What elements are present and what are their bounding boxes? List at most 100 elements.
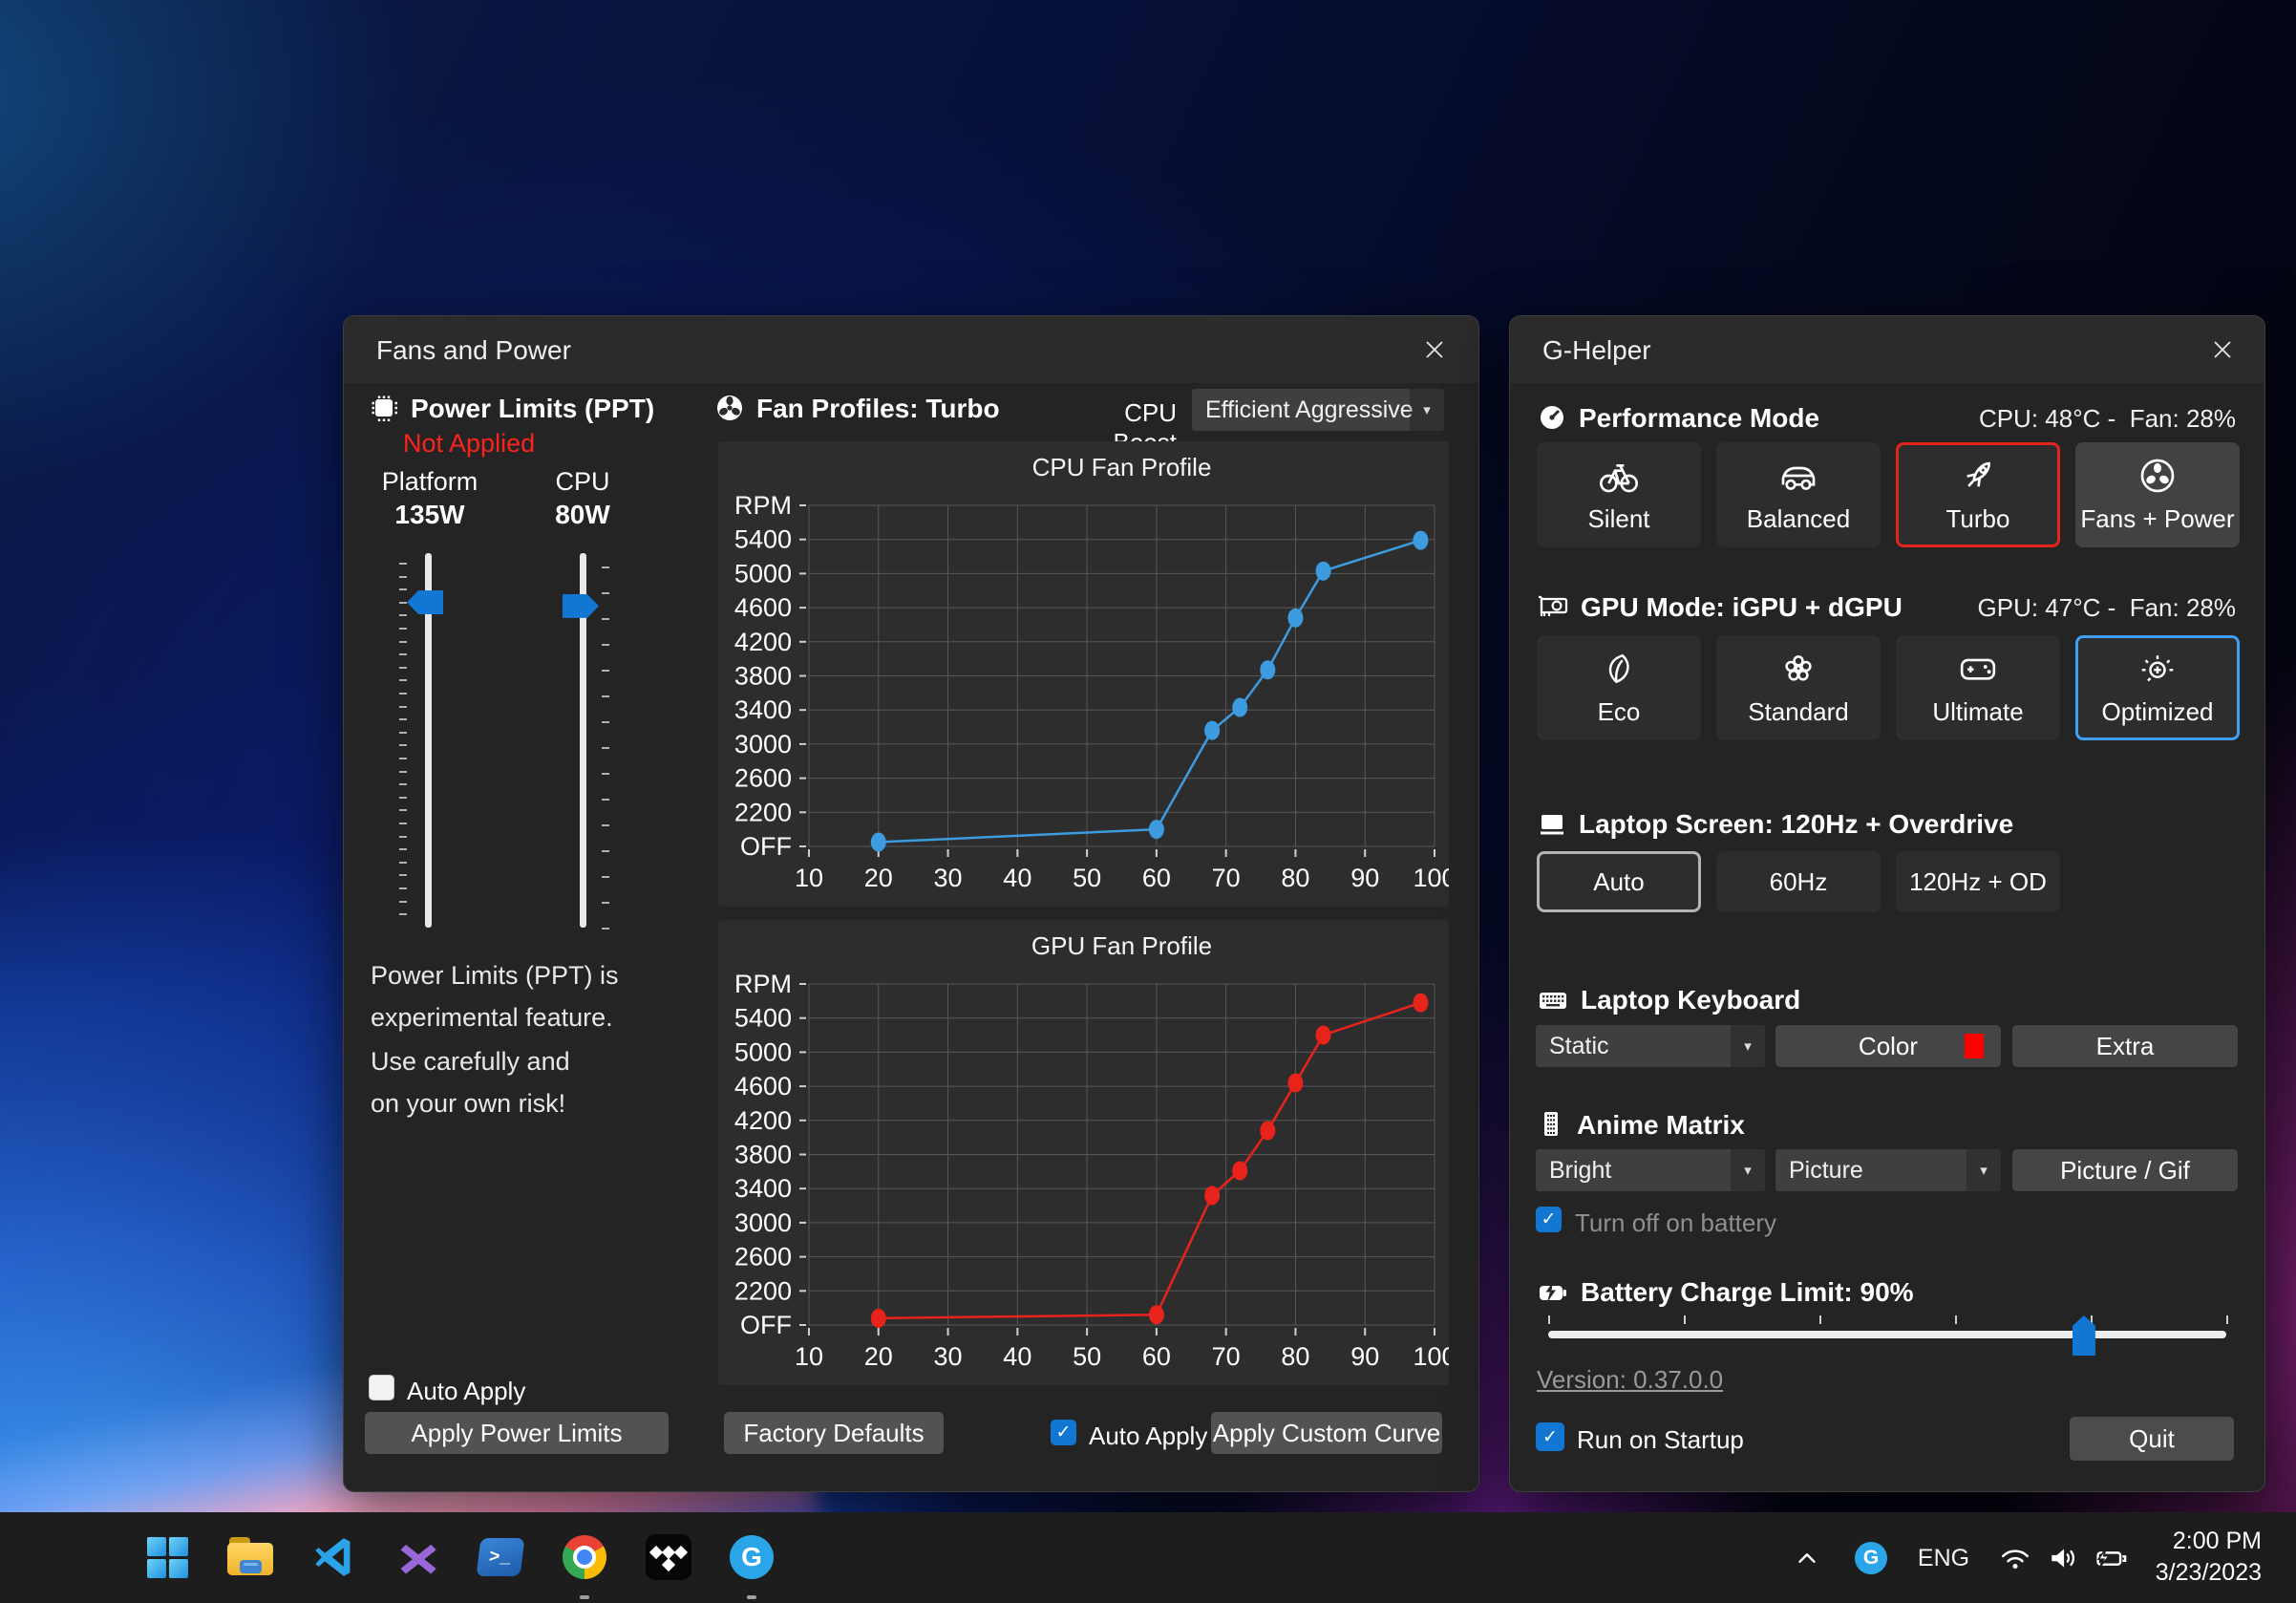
apply-power-limits-button[interactable]: Apply Power Limits <box>365 1412 669 1454</box>
version-link[interactable]: Version: 0.37.0.0 <box>1537 1365 1723 1395</box>
tray-battery[interactable] <box>2088 1541 2134 1575</box>
fan-curve-point[interactable] <box>1204 721 1220 740</box>
g-helper-icon: G <box>730 1535 774 1579</box>
fan-curve-point[interactable] <box>1287 609 1303 628</box>
mode-button-silent[interactable]: Silent <box>1537 442 1701 547</box>
mode-button-balanced[interactable]: Balanced <box>1716 442 1881 547</box>
taskbar-visual-studio[interactable] <box>387 1527 448 1588</box>
fans-and-power-window: Fans and Power Power Limits (PPT) Not Ap… <box>343 315 1479 1492</box>
quit-button[interactable]: Quit <box>2070 1417 2234 1461</box>
fan-curve-point[interactable] <box>1232 1161 1247 1180</box>
fan-curve-point[interactable] <box>871 1309 886 1328</box>
svg-text:20: 20 <box>864 864 893 892</box>
curve-auto-apply-checkbox[interactable]: ✓ <box>1051 1420 1076 1445</box>
g-helper-running-indicator <box>747 1595 756 1599</box>
fan-curve-point[interactable] <box>1260 1122 1275 1141</box>
battery-limit-slider[interactable] <box>1548 1331 2226 1338</box>
mode-button-turbo[interactable]: Turbo <box>1896 442 2060 547</box>
chevron-down-icon[interactable]: ▾ <box>1731 1149 1765 1191</box>
cpu-boost-select[interactable]: Efficient Aggressive ▾ <box>1192 389 1444 431</box>
screen-button-120hz-od[interactable]: 120Hz + OD <box>1896 851 2060 912</box>
svg-text:30: 30 <box>934 1342 963 1371</box>
fans-window-close-button[interactable] <box>1415 331 1454 368</box>
ghelper-close-button[interactable] <box>2203 331 2242 368</box>
fan-curve-point[interactable] <box>1287 1074 1303 1093</box>
ghelper-title: G-Helper <box>1542 335 1651 366</box>
keyboard-color-button[interactable]: Color <box>1775 1025 2001 1067</box>
gauge-icon <box>1537 402 1567 439</box>
factory-defaults-button[interactable]: Factory Defaults <box>724 1412 944 1454</box>
fan-curve-point[interactable] <box>1413 994 1428 1013</box>
keyboard-mode-select[interactable]: Static ▾ <box>1536 1025 1765 1067</box>
fan-curve-point[interactable] <box>1232 698 1247 717</box>
powershell-icon: >_ <box>477 1538 525 1576</box>
tray-volume[interactable] <box>2042 1541 2084 1575</box>
mode-button-fans-power[interactable]: Fans + Power <box>2075 442 2240 547</box>
apply-custom-curve-button[interactable]: Apply Custom Curve <box>1211 1412 1442 1454</box>
close-icon <box>1423 338 1446 361</box>
screen-icon <box>1537 810 1567 845</box>
keyboard-icon <box>1537 986 1569 1021</box>
anime-picture-gif-button[interactable]: Picture / Gif <box>2012 1149 2238 1191</box>
cpu-fan-chart[interactable]: CPU Fan ProfileRPM5400500046004200380034… <box>718 441 1449 907</box>
gpu-button-optimized[interactable]: Optimized <box>2075 635 2240 740</box>
fan-curve-point[interactable] <box>1149 1305 1164 1324</box>
tray-g-helper[interactable]: G <box>1855 1542 1887 1574</box>
svg-text:10: 10 <box>795 864 823 892</box>
fan-curve-point[interactable] <box>1260 660 1275 679</box>
speaker-icon <box>2047 1542 2079 1574</box>
tray-chevron-up[interactable] <box>1788 1542 1826 1574</box>
taskbar-g-helper[interactable]: G <box>721 1527 782 1588</box>
svg-text:60: 60 <box>1142 1342 1171 1371</box>
fan-curve-point[interactable] <box>871 833 886 852</box>
windows-start-icon <box>147 1537 188 1578</box>
fan-curve-point[interactable] <box>1316 1026 1331 1045</box>
fan-curve-point[interactable] <box>1204 1186 1220 1205</box>
svg-text:90: 90 <box>1350 864 1379 892</box>
svg-text:80: 80 <box>1281 864 1309 892</box>
anime-brightness-select[interactable]: Bright ▾ <box>1536 1149 1765 1191</box>
screen-button-60hz[interactable]: 60Hz <box>1716 851 1881 912</box>
svg-text:40: 40 <box>1003 1342 1031 1371</box>
gpu-mode-heading: GPU Mode: iGPU + dGPU <box>1537 591 1903 629</box>
power-limits-auto-apply-checkbox[interactable] <box>369 1375 394 1400</box>
fan-curve-point[interactable] <box>1413 531 1428 550</box>
chevron-down-icon[interactable]: ▾ <box>1410 389 1444 431</box>
fans-window-title: Fans and Power <box>376 335 571 366</box>
tray-clock[interactable]: 2:00 PM 3/23/2023 <box>2156 1526 2262 1589</box>
svg-text:2600: 2600 <box>734 1243 792 1272</box>
gpu-button-eco[interactable]: Eco <box>1537 635 1701 740</box>
screen-button-auto[interactable]: Auto <box>1537 851 1701 912</box>
svg-text:90: 90 <box>1350 1342 1379 1371</box>
fan-curve-point[interactable] <box>1316 562 1331 581</box>
taskbar-file-explorer[interactable] <box>220 1527 281 1588</box>
anime-battery-checkbox[interactable]: ✓ <box>1536 1207 1562 1232</box>
taskbar-chrome[interactable] <box>554 1527 615 1588</box>
platform-slider-thumb[interactable] <box>407 590 443 614</box>
taskbar-powershell[interactable]: >_ <box>470 1527 531 1588</box>
gpu-button-ultimate[interactable]: Ultimate <box>1896 635 2060 740</box>
ghelper-titlebar[interactable]: G-Helper <box>1510 316 2264 383</box>
tray-wifi[interactable] <box>1996 1541 2034 1575</box>
anime-mode-select[interactable]: Picture ▾ <box>1775 1149 2001 1191</box>
taskbar-tidal[interactable] <box>638 1527 699 1588</box>
gpu-button-standard[interactable]: Standard <box>1716 635 1881 740</box>
svg-text:OFF: OFF <box>740 832 792 861</box>
chevron-down-icon[interactable]: ▾ <box>1966 1149 2001 1191</box>
taskbar-vscode[interactable] <box>304 1527 365 1588</box>
matrix-icon <box>1537 1109 1565 1146</box>
tray-language[interactable]: ENG <box>1910 1543 1977 1573</box>
svg-text:40: 40 <box>1003 864 1031 892</box>
fan-curve-point[interactable] <box>1149 820 1164 839</box>
tidal-icon <box>646 1534 691 1580</box>
power-limits-status: Not Applied <box>403 429 535 459</box>
run-on-startup-checkbox[interactable]: ✓ <box>1536 1422 1564 1451</box>
cpu-slider-thumb[interactable] <box>563 594 599 618</box>
gpu-temp-status: GPU: 47°C - Fan: 28% <box>1978 593 2237 623</box>
taskbar-start-button[interactable] <box>137 1527 198 1588</box>
keyboard-extra-button[interactable]: Extra <box>2012 1025 2238 1067</box>
gpu-fan-chart[interactable]: GPU Fan ProfileRPM5400500046004200380034… <box>718 920 1449 1385</box>
performance-mode-heading: Performance Mode <box>1537 402 1819 439</box>
fans-window-titlebar[interactable]: Fans and Power <box>344 316 1478 383</box>
chevron-down-icon[interactable]: ▾ <box>1731 1025 1765 1067</box>
